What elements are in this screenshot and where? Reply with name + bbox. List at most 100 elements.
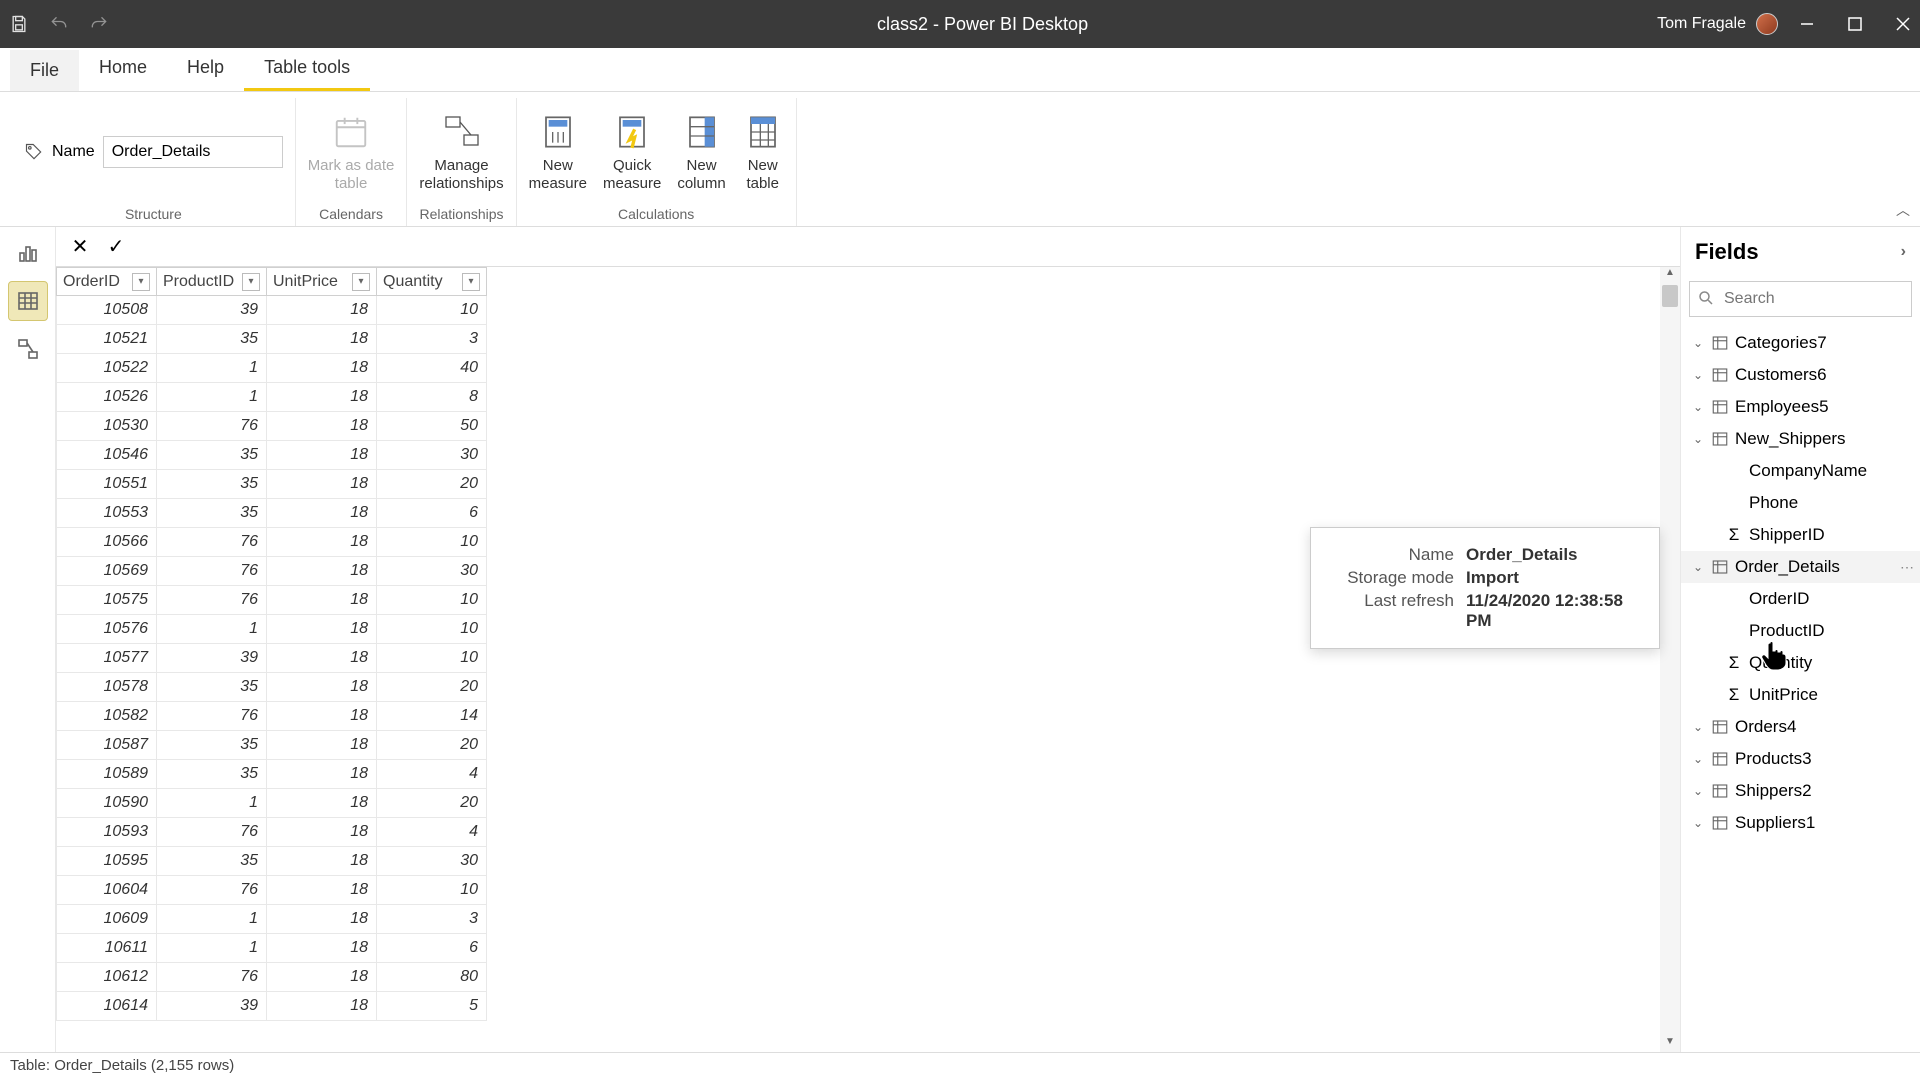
quick-measure-button[interactable]: Quick measure [603,111,661,193]
table-cell[interactable]: 18 [267,470,377,499]
table-cell[interactable]: 20 [377,789,487,818]
table-cell[interactable]: 10551 [57,470,157,499]
table-cell[interactable]: 10604 [57,876,157,905]
table-cell[interactable]: 10 [377,296,487,325]
table-cell[interactable]: 18 [267,673,377,702]
fields-table-shippers2[interactable]: ⌄Shippers2 [1681,775,1920,807]
table-cell[interactable]: 35 [157,847,267,876]
undo-icon[interactable] [48,13,70,35]
table-row[interactable]: 1061439185 [57,992,487,1021]
table-cell[interactable]: 35 [157,499,267,528]
table-cell[interactable]: 18 [267,789,377,818]
table-row[interactable]: 10577391810 [57,644,487,673]
table-row[interactable]: 1059376184 [57,818,487,847]
table-cell[interactable]: 8 [377,383,487,412]
tab-help[interactable]: Help [167,47,244,91]
table-cell[interactable]: 18 [267,412,377,441]
chevron-icon[interactable]: ⌄ [1691,400,1705,414]
table-row[interactable]: 10604761810 [57,876,487,905]
table-cell[interactable]: 10576 [57,615,157,644]
user-area[interactable]: Tom Fragale [1657,13,1778,35]
filter-icon[interactable]: ▾ [462,273,480,291]
tab-table-tools[interactable]: Table tools [244,47,370,91]
table-cell[interactable]: 76 [157,528,267,557]
table-cell[interactable]: 18 [267,586,377,615]
table-cell[interactable]: 10566 [57,528,157,557]
table-row[interactable]: 10575761810 [57,586,487,615]
filter-icon[interactable]: ▾ [242,273,260,291]
table-cell[interactable]: 6 [377,934,487,963]
table-cell[interactable]: 1 [157,789,267,818]
table-cell[interactable]: 20 [377,470,487,499]
table-cell[interactable]: 30 [377,441,487,470]
fields-table-orders4[interactable]: ⌄Orders4 [1681,711,1920,743]
chevron-icon[interactable]: ⌄ [1691,432,1705,446]
fields-table-new_shippers[interactable]: ⌄New_Shippers [1681,423,1920,455]
table-cell[interactable]: 18 [267,325,377,354]
maximize-icon[interactable] [1846,15,1864,33]
table-cell[interactable]: 3 [377,905,487,934]
table-name-input[interactable] [103,136,283,168]
table-cell[interactable]: 80 [377,963,487,992]
table-cell[interactable]: 1 [157,934,267,963]
chevron-icon[interactable]: ⌄ [1691,336,1705,350]
scroll-down-icon[interactable]: ▼ [1660,1036,1680,1052]
table-cell[interactable]: 10553 [57,499,157,528]
table-cell[interactable]: 6 [377,499,487,528]
table-cell[interactable]: 18 [267,499,377,528]
scroll-up-icon[interactable]: ▲ [1660,267,1680,283]
table-row[interactable]: 1052135183 [57,325,487,354]
table-row[interactable]: 1057611810 [57,615,487,644]
table-cell[interactable]: 10587 [57,731,157,760]
table-cell[interactable]: 10521 [57,325,157,354]
chevron-icon[interactable]: ⌄ [1691,816,1705,830]
commit-formula-button[interactable]: ✓ [100,231,132,263]
fields-table-products3[interactable]: ⌄Products3 [1681,743,1920,775]
table-cell[interactable]: 76 [157,586,267,615]
table-cell[interactable]: 18 [267,934,377,963]
table-cell[interactable]: 39 [157,992,267,1021]
table-row[interactable]: 10530761850 [57,412,487,441]
table-cell[interactable]: 18 [267,876,377,905]
column-header-orderid[interactable]: OrderID▾ [57,268,157,296]
table-row[interactable]: 1059011820 [57,789,487,818]
redo-icon[interactable] [88,13,110,35]
table-cell[interactable]: 18 [267,644,377,673]
table-cell[interactable]: 18 [267,557,377,586]
minimize-icon[interactable] [1798,15,1816,33]
table-cell[interactable]: 1 [157,615,267,644]
table-cell[interactable]: 35 [157,470,267,499]
filter-icon[interactable]: ▾ [132,273,150,291]
table-row[interactable]: 106091183 [57,905,487,934]
fields-table-categories7[interactable]: ⌄Categories7 [1681,327,1920,359]
table-cell[interactable]: 10 [377,644,487,673]
table-row[interactable]: 1055335186 [57,499,487,528]
table-cell[interactable]: 18 [267,383,377,412]
table-cell[interactable]: 10582 [57,702,157,731]
fields-table-customers6[interactable]: ⌄Customers6 [1681,359,1920,391]
column-header-quantity[interactable]: Quantity▾ [377,268,487,296]
chevron-icon[interactable]: ⌄ [1691,752,1705,766]
table-row[interactable]: 106111186 [57,934,487,963]
table-cell[interactable]: 10612 [57,963,157,992]
column-header-productid[interactable]: ProductID▾ [157,268,267,296]
table-cell[interactable]: 10508 [57,296,157,325]
table-cell[interactable]: 30 [377,847,487,876]
table-cell[interactable]: 18 [267,441,377,470]
table-cell[interactable]: 76 [157,412,267,441]
table-cell[interactable]: 18 [267,760,377,789]
table-cell[interactable]: 10522 [57,354,157,383]
table-cell[interactable]: 1 [157,905,267,934]
table-row[interactable]: 10551351820 [57,470,487,499]
table-cell[interactable]: 14 [377,702,487,731]
formula-input[interactable] [136,232,1672,262]
table-cell[interactable]: 10595 [57,847,157,876]
close-icon[interactable] [1894,15,1912,33]
table-cell[interactable]: 18 [267,702,377,731]
table-cell[interactable]: 35 [157,325,267,354]
table-cell[interactable]: 20 [377,673,487,702]
table-row[interactable]: 10569761830 [57,557,487,586]
table-cell[interactable]: 10 [377,528,487,557]
fields-table-order_details[interactable]: ⌄Order_Details⋯ [1681,551,1920,583]
table-cell[interactable]: 18 [267,354,377,383]
